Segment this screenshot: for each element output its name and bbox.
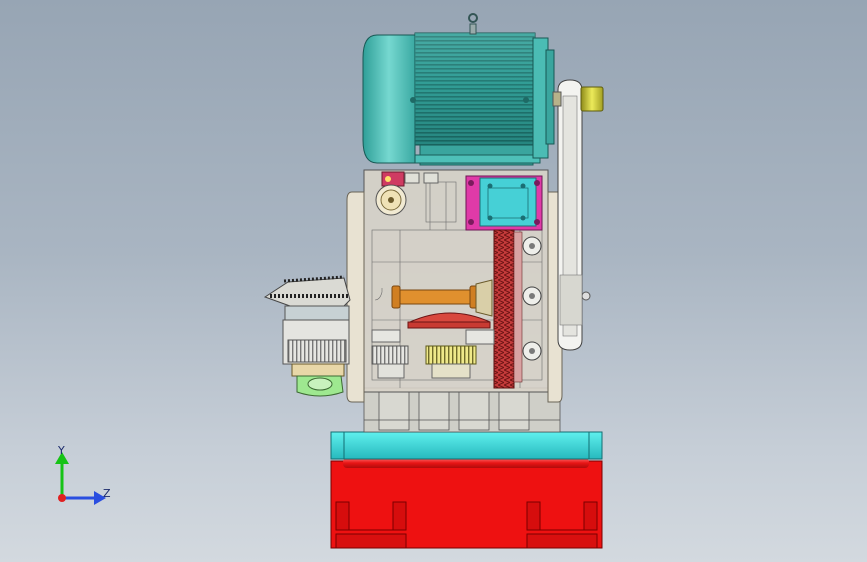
electric-motor[interactable] bbox=[362, 13, 555, 166]
left-gear-assembly[interactable] bbox=[263, 275, 351, 397]
coordinate-triad: Y Z bbox=[55, 444, 111, 505]
mounting-plate[interactable] bbox=[330, 431, 603, 460]
belt-drive[interactable] bbox=[552, 79, 604, 351]
cad-model[interactable] bbox=[0, 0, 867, 562]
triad-origin bbox=[58, 494, 66, 502]
flange-plate[interactable] bbox=[465, 175, 543, 231]
z-axis-label: Z bbox=[103, 487, 111, 500]
graphics-viewport[interactable]: Y Z bbox=[0, 0, 867, 562]
red-base[interactable] bbox=[330, 458, 603, 549]
gearbox-feet[interactable] bbox=[363, 387, 561, 433]
y-axis-label: Y bbox=[57, 444, 65, 457]
